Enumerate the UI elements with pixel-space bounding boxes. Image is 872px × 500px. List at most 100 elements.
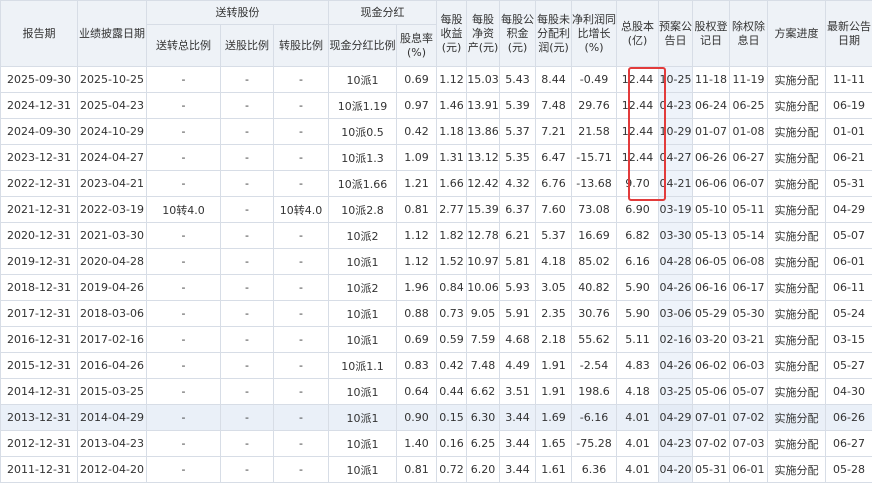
header-undistributed-profit[interactable]: 每股未分配利润(元) <box>535 0 572 67</box>
table-row[interactable]: 2014-12-31 2015-03-25- - -10派1 0.64 0.44 6.62 3… <box>0 378 872 405</box>
dividend-yield-cell: 1.40 <box>396 430 437 457</box>
table-row[interactable]: 2011-12-31 2012-04-20- - -10派1 0.81 0.72 6.20 3… <box>0 456 872 483</box>
total-shares-cell: 6.82 <box>616 222 659 249</box>
ex-date-cell: 06-08 <box>729 248 768 275</box>
bonus-ratio-cell: - <box>220 404 274 431</box>
header-ex-date[interactable]: 除权除息日 <box>729 0 768 67</box>
record-date-cell: 06-06 <box>692 170 730 197</box>
table-row[interactable]: 2016-12-31 2017-02-16- - -10派1 0.69 0.59 7.59 4… <box>0 326 872 353</box>
header-transfer-ratio[interactable]: 转股比例 <box>273 24 329 67</box>
cash-ratio-cell: 10派2 <box>328 274 397 301</box>
header-dividend-yield[interactable]: 股息率(%) <box>396 24 437 67</box>
table-row[interactable]: 2017-12-31 2018-03-06- - -10派1 0.88 0.73 9.05 5… <box>0 300 872 327</box>
announce-date-cell: 04-28 <box>658 248 693 275</box>
cash-ratio-cell: 10派1 <box>328 456 397 483</box>
total-bonus-ratio-cell: - <box>146 378 221 405</box>
bvps-cell: 6.30 <box>466 404 500 431</box>
transfer-ratio-cell: - <box>273 248 329 275</box>
table-row[interactable]: 2024-12-31 2025-04-23- - -10派1.19 0.97 1.46 13… <box>0 92 872 119</box>
record-date-cell: 05-29 <box>692 300 730 327</box>
eps-cell: 1.46 <box>436 92 467 119</box>
ex-date-cell: 07-03 <box>729 430 768 457</box>
transfer-ratio-cell: - <box>273 300 329 327</box>
disclosure-date-cell: 2012-04-20 <box>77 456 147 483</box>
disclosure-date-cell: 2014-04-29 <box>77 404 147 431</box>
bvps-cell: 10.97 <box>466 248 500 275</box>
transfer-ratio-cell: - <box>273 144 329 171</box>
capital-reserve-cell: 4.49 <box>499 352 536 379</box>
table-row[interactable]: 2022-12-31 2023-04-21- - -10派1.66 1.21 1.66 12… <box>0 170 872 197</box>
header-capital-reserve[interactable]: 每股公积金(元) <box>499 0 536 67</box>
cash-ratio-cell: 10派2 <box>328 222 397 249</box>
undistributed-profit-cell: 1.69 <box>535 404 572 431</box>
undistributed-profit-cell: 3.05 <box>535 274 572 301</box>
undistributed-profit-cell: 4.18 <box>535 248 572 275</box>
header-total-shares[interactable]: 总股本(亿) <box>616 0 659 67</box>
bonus-ratio-cell: - <box>220 92 274 119</box>
table-row[interactable]: 2024-09-30 2024-10-29- - -10派0.5 0.42 1.18 13.… <box>0 118 872 145</box>
net-profit-growth-cell: -15.71 <box>571 144 617 171</box>
report-period-cell: 2021-12-31 <box>0 196 78 223</box>
header-record-date[interactable]: 股权登记日 <box>692 0 730 67</box>
capital-reserve-cell: 4.68 <box>499 326 536 353</box>
undistributed-profit-cell: 7.48 <box>535 92 572 119</box>
ex-date-cell: 01-08 <box>729 118 768 145</box>
announce-date-cell: 03-25 <box>658 378 693 405</box>
total-shares-cell: 4.18 <box>616 378 659 405</box>
net-profit-growth-cell: 6.36 <box>571 456 617 483</box>
header-total-bonus-ratio[interactable]: 送转总比例 <box>146 24 221 67</box>
table-row[interactable]: 2019-12-31 2020-04-28- - -10派1 1.12 1.52 10.97… <box>0 248 872 275</box>
capital-reserve-cell: 3.44 <box>499 430 536 457</box>
table-row[interactable]: 2025-09-30 2025-10-25- - -10派1 0.69 1.12 15.03… <box>0 66 872 93</box>
header-latest-date[interactable]: 最新公告日期 <box>825 0 872 67</box>
table-row[interactable]: 2023-12-31 2024-04-27- - -10派1.3 1.09 1.31 13.… <box>0 144 872 171</box>
net-profit-growth-cell: -0.49 <box>571 66 617 93</box>
header-report-period[interactable]: 报告期 <box>0 0 78 67</box>
table-row[interactable]: 2018-12-31 2019-04-26- - -10派2 1.96 0.84 10.06… <box>0 274 872 301</box>
table-row[interactable]: 2012-12-31 2013-04-23- - -10派1 1.40 0.16 6.25 3… <box>0 430 872 457</box>
report-period-cell: 2025-09-30 <box>0 66 78 93</box>
progress-cell: 实施分配 <box>767 404 826 431</box>
dividend-yield-cell: 0.69 <box>396 66 437 93</box>
header-progress[interactable]: 方案进度 <box>767 0 826 67</box>
total-bonus-ratio-cell: - <box>146 222 221 249</box>
record-date-cell: 03-20 <box>692 326 730 353</box>
transfer-ratio-cell: - <box>273 430 329 457</box>
announce-date-cell: 04-21 <box>658 170 693 197</box>
header-announce-date[interactable]: 预案公告日 <box>658 0 693 67</box>
total-bonus-ratio-cell: - <box>146 456 221 483</box>
eps-cell: 1.82 <box>436 222 467 249</box>
bonus-ratio-cell: - <box>220 144 274 171</box>
header-cash-ratio[interactable]: 现金分红比例 <box>328 24 397 67</box>
capital-reserve-cell: 5.43 <box>499 66 536 93</box>
header-disclosure-date[interactable]: 业绩披露日期 <box>77 0 147 67</box>
table-row[interactable]: 2013-12-31 2014-04-29- - -10派1 0.90 0.15 6.30 3… <box>0 404 872 431</box>
header-bvps[interactable]: 每股净资产(元) <box>466 0 500 67</box>
total-shares-cell: 12.44 <box>616 92 659 119</box>
table-row[interactable]: 2021-12-31 2022-03-19 10转4.0-10转4.0 10派2.8 0… <box>0 196 872 223</box>
bonus-ratio-cell: - <box>220 196 274 223</box>
cash-ratio-cell: 10派1.66 <box>328 170 397 197</box>
latest-date-cell: 01-01 <box>825 118 872 145</box>
header-cash-group: 现金分红 <box>328 0 437 25</box>
header-net-profit-growth[interactable]: 净利润同比增长(%) <box>571 0 617 67</box>
record-date-cell: 07-01 <box>692 404 730 431</box>
header-bonus-ratio[interactable]: 送股比例 <box>220 24 274 67</box>
announce-date-cell: 04-23 <box>658 92 693 119</box>
net-profit-growth-cell: 30.76 <box>571 300 617 327</box>
report-period-cell: 2023-12-31 <box>0 144 78 171</box>
bvps-cell: 15.39 <box>466 196 500 223</box>
bonus-ratio-cell: - <box>220 222 274 249</box>
undistributed-profit-cell: 1.91 <box>535 352 572 379</box>
bvps-cell: 15.03 <box>466 66 500 93</box>
header-eps[interactable]: 每股收益(元) <box>436 0 467 67</box>
record-date-cell: 06-02 <box>692 352 730 379</box>
capital-reserve-cell: 3.44 <box>499 404 536 431</box>
announce-date-cell: 04-20 <box>658 456 693 483</box>
eps-cell: 1.52 <box>436 248 467 275</box>
net-profit-growth-cell: -2.54 <box>571 352 617 379</box>
capital-reserve-cell: 3.44 <box>499 456 536 483</box>
cash-ratio-cell: 10派1 <box>328 248 397 275</box>
table-row[interactable]: 2020-12-31 2021-03-30- - -10派2 1.12 1.82 12.78… <box>0 222 872 249</box>
table-row[interactable]: 2015-12-31 2016-04-26- - -10派1.1 0.83 0.42 7.4… <box>0 352 872 379</box>
